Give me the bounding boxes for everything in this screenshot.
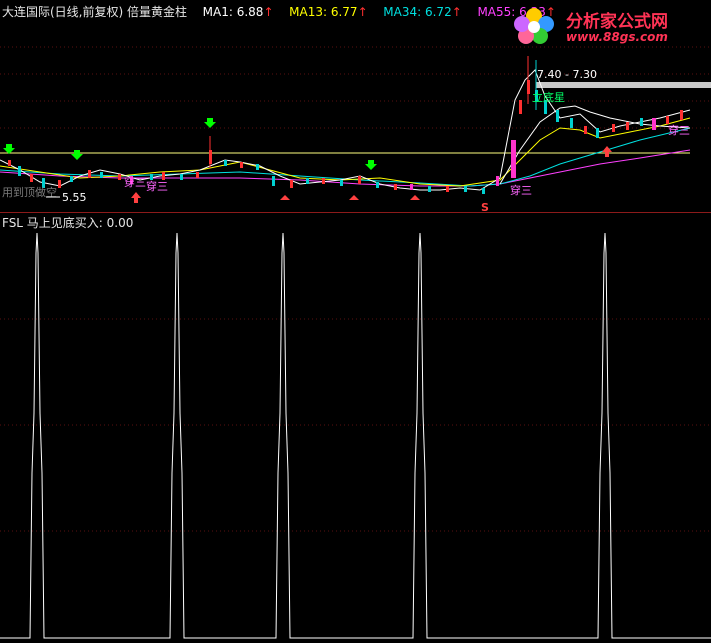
flower-icon — [514, 8, 554, 44]
logo-url: www.88gs.com — [566, 30, 668, 44]
ma1-label: MA1: 6.88 — [202, 5, 264, 19]
star-label: 立底星 — [532, 90, 565, 104]
indicator-chart[interactable] — [0, 213, 711, 643]
red-arrow-icons — [131, 146, 612, 203]
ma13-up-arrow-icon: ↑ — [357, 5, 368, 19]
ma34-label: MA34: 6.72 — [383, 5, 452, 19]
ma55-line — [0, 149, 691, 187]
ma34-up-arrow-icon: ↑ — [451, 5, 462, 19]
logo-title: 分析家公式网 — [566, 12, 668, 32]
s-marker: S — [481, 201, 489, 212]
stock-title: 大连国际(日线,前复权) 倍量黄金柱 — [2, 5, 187, 19]
green-arrow-icons — [3, 118, 377, 170]
low-price-label: 5.55 — [62, 191, 87, 204]
cross-label-3: 穿三 — [510, 183, 532, 197]
ma1-up-arrow-icon: ↑ — [263, 5, 274, 19]
range-label: 7.40 - 7.30 — [537, 68, 597, 81]
chart-header: 大连国际(日线,前复权) 倍量黄金柱 MA1: 6.88↑ MA13: 6.77… — [2, 3, 556, 20]
ma13-label: MA13: 6.77 — [289, 5, 358, 19]
cross-label-2: 穿三 — [146, 179, 168, 193]
indicator-line — [0, 232, 711, 639]
range-band — [536, 82, 711, 88]
cross-label-1: 穿三 — [124, 175, 146, 189]
cross-label-4: 穿三 — [668, 123, 690, 137]
